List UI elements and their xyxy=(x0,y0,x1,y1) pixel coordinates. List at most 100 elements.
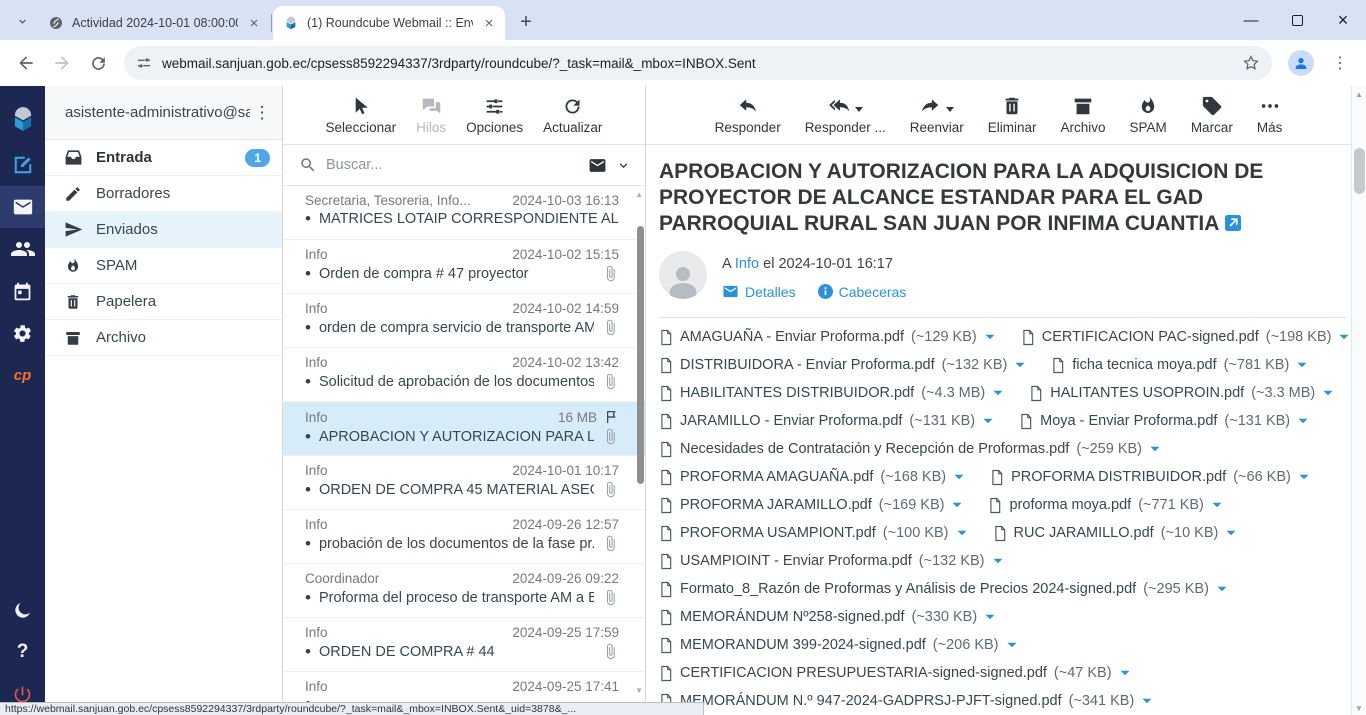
folder-item-enviados[interactable]: Enviados xyxy=(45,212,282,248)
threads-button[interactable]: Hilos xyxy=(416,96,446,135)
attachment-item[interactable]: Necesidades de Contratación y Recepción … xyxy=(659,441,1160,458)
attachment-item[interactable]: USAMPIOINT - Enviar Proforma.pdf (~132 K… xyxy=(659,553,1003,570)
attachment-menu-caret[interactable] xyxy=(1299,472,1309,482)
site-security-icon[interactable] xyxy=(136,55,152,71)
mail-nav-icon[interactable] xyxy=(0,186,45,228)
attachment-menu-caret[interactable] xyxy=(952,500,962,510)
recipient-link[interactable]: Info xyxy=(735,256,759,272)
details-toggle[interactable]: Detalles xyxy=(722,283,796,300)
mark-button[interactable]: Marcar xyxy=(1191,95,1233,135)
cpanel-icon[interactable]: cp xyxy=(0,354,45,396)
options-button[interactable]: Opciones xyxy=(466,96,523,135)
reply-all-button[interactable]: Responder ... xyxy=(805,95,886,135)
reload-button[interactable] xyxy=(82,47,114,79)
attachment-menu-caret[interactable] xyxy=(985,612,995,622)
message-row[interactable]: Info 2024-09-25 17:59 • ORDEN DE COMPRA … xyxy=(283,618,645,672)
attachment-menu-caret[interactable] xyxy=(1217,584,1227,594)
restore-button[interactable] xyxy=(1274,0,1320,40)
search-input[interactable] xyxy=(326,157,579,173)
main-scrollbar[interactable]: ▲ ▼ xyxy=(1351,86,1366,715)
message-row[interactable]: Info 2024-10-02 14:59 • orden de compra … xyxy=(283,294,645,348)
bookmark-star-icon[interactable] xyxy=(1242,54,1260,72)
attachment-menu-caret[interactable] xyxy=(993,388,1003,398)
attachment-item[interactable]: PROFORMA JARAMILLO.pdf (~169 KB) xyxy=(659,497,962,514)
attachment-menu-caret[interactable] xyxy=(1339,332,1349,342)
new-tab-button[interactable]: + xyxy=(513,9,539,35)
attachment-item[interactable]: DISTRIBUIDORA - Enviar Proforma.pdf (~13… xyxy=(659,357,1025,374)
archive-button[interactable]: Archivo xyxy=(1061,95,1106,135)
attachment-item[interactable]: RUC JARAMILLO.pdf (~10 KB) xyxy=(993,525,1237,542)
attachment-menu-caret[interactable] xyxy=(1142,696,1152,706)
attachment-item[interactable]: CERTIFICACION PAC-signed.pdf (~198 KB) xyxy=(1021,329,1350,346)
attachment-item[interactable]: PROFORMA USAMPIONT.pdf (~100 KB) xyxy=(659,525,967,542)
spam-button[interactable]: SPAM xyxy=(1130,95,1167,135)
message-row[interactable]: Secretaria, Tesoreria, Info... 2024-10-0… xyxy=(283,186,645,240)
attachment-menu-caret[interactable] xyxy=(1323,388,1333,398)
attachment-menu-caret[interactable] xyxy=(1297,360,1307,370)
attachment-item[interactable]: proforma moya.pdf (~771 KB) xyxy=(988,497,1221,514)
attachment-item[interactable]: ficha tecnica moya.pdf (~781 KB) xyxy=(1051,357,1307,374)
message-row[interactable]: Info 2024-10-01 10:17 • ORDEN DE COMPRA … xyxy=(283,456,645,510)
attachment-menu-caret[interactable] xyxy=(1015,360,1025,370)
attachment-menu-caret[interactable] xyxy=(983,416,993,426)
profile-avatar[interactable] xyxy=(1288,50,1314,76)
external-link-icon[interactable] xyxy=(1225,212,1241,238)
help-icon[interactable]: ? xyxy=(0,631,45,673)
headers-toggle[interactable]: Cabeceras xyxy=(818,284,907,300)
message-row[interactable]: Info 2024-10-02 13:42 • Solicitud de apr… xyxy=(283,348,645,402)
browser-tab-activity[interactable]: Actividad 2024-10-01 08:00:00 × xyxy=(38,6,270,40)
attachment-menu-caret[interactable] xyxy=(1120,668,1130,678)
settings-gear-icon[interactable] xyxy=(0,312,45,354)
attachment-item[interactable]: MEMORANDUM 399-2024-signed.pdf (~206 KB) xyxy=(659,637,1017,654)
forward-button[interactable]: Reenviar xyxy=(910,95,964,135)
attachment-item[interactable]: AMAGUAÑA - Enviar Proforma.pdf (~129 KB) xyxy=(659,329,995,346)
scroll-up-icon[interactable]: ▲ xyxy=(1352,86,1366,99)
message-row[interactable]: Coordinador 2024-09-26 09:22 • Proforma … xyxy=(283,564,645,618)
attachment-item[interactable]: HALITANTES USOPROIN.pdf (~3.3 MB) xyxy=(1029,385,1333,402)
folder-menu-kebab-icon[interactable]: ⋮ xyxy=(250,103,274,123)
scroll-down-icon[interactable]: ▼ xyxy=(1352,704,1366,713)
browser-tab-roundcube[interactable]: (1) Roundcube Webmail :: Envia × xyxy=(273,6,505,40)
close-tab-icon[interactable]: × xyxy=(246,15,262,31)
more-button[interactable]: Más xyxy=(1257,95,1283,135)
message-row[interactable]: Info 2024-09-26 12:57 • probación de los… xyxy=(283,510,645,564)
folder-item-spam[interactable]: SPAM xyxy=(45,248,282,284)
search-scope-envelope-icon[interactable] xyxy=(588,156,607,175)
delete-button[interactable]: Eliminar xyxy=(988,95,1037,135)
attachment-item[interactable]: Moya - Enviar Proforma.pdf (~131 KB) xyxy=(1019,413,1308,430)
attachment-item[interactable]: HABILITANTES DISTRIBUIDOR.pdf (~4.3 MB) xyxy=(659,385,1003,402)
attachment-menu-caret[interactable] xyxy=(954,472,964,482)
attachment-menu-caret[interactable] xyxy=(1212,500,1222,510)
back-button[interactable] xyxy=(10,47,42,79)
folder-item-borradores[interactable]: Borradores xyxy=(45,176,282,212)
calendar-icon[interactable] xyxy=(0,270,45,312)
message-row[interactable]: Info 16 MB • APROBACION Y AUTORIZACION P… xyxy=(283,402,645,456)
address-bar[interactable]: webmail.sanjuan.gob.ec/cpsess8592294337/… xyxy=(124,46,1272,80)
folder-item-archivo[interactable]: Archivo xyxy=(45,320,282,356)
attachment-menu-caret[interactable] xyxy=(1007,640,1017,650)
scrollbar-thumb[interactable] xyxy=(1354,148,1365,194)
dark-mode-moon-icon[interactable] xyxy=(0,589,45,631)
close-window-button[interactable]: × xyxy=(1320,0,1366,40)
compose-icon[interactable] xyxy=(0,144,45,186)
attachment-menu-caret[interactable] xyxy=(1226,528,1236,538)
minimize-button[interactable]: — xyxy=(1228,0,1274,40)
folder-item-entrada[interactable]: Entrada 1 xyxy=(45,140,282,176)
browser-menu-icon[interactable]: ⋮ xyxy=(1324,47,1356,79)
tab-strip-chevron-icon[interactable] xyxy=(8,7,36,35)
list-scroll-up-icon[interactable]: ▲ xyxy=(635,190,643,199)
attachment-item[interactable]: Formato_8_Razón de Proformas y Análisis … xyxy=(659,581,1227,598)
message-row[interactable]: Info 2024-10-02 15:15 • Orden de compra … xyxy=(283,240,645,294)
attachment-menu-caret[interactable] xyxy=(957,528,967,538)
attachment-item[interactable]: MEMORÁNDUM N.º 947-2024-GADPRSJ-PJFT-sig… xyxy=(659,693,1152,710)
attachment-item[interactable]: PROFORMA DISTRIBUIDOR.pdf (~66 KB) xyxy=(990,469,1309,486)
contacts-icon[interactable] xyxy=(0,228,45,270)
attachment-menu-caret[interactable] xyxy=(985,332,995,342)
search-options-chevron-icon[interactable] xyxy=(616,158,631,173)
close-tab-icon[interactable]: × xyxy=(481,15,497,31)
attachment-item[interactable]: PROFORMA AMAGUAÑA.pdf (~168 KB) xyxy=(659,469,964,486)
folder-item-papelera[interactable]: Papelera xyxy=(45,284,282,320)
list-scrollbar-thumb[interactable] xyxy=(637,226,644,484)
attachment-item[interactable]: JARAMILLO - Enviar Proforma.pdf (~131 KB… xyxy=(659,413,993,430)
attachment-item[interactable]: MEMORÁNDUM Nº258-signed.pdf (~330 KB) xyxy=(659,609,995,626)
